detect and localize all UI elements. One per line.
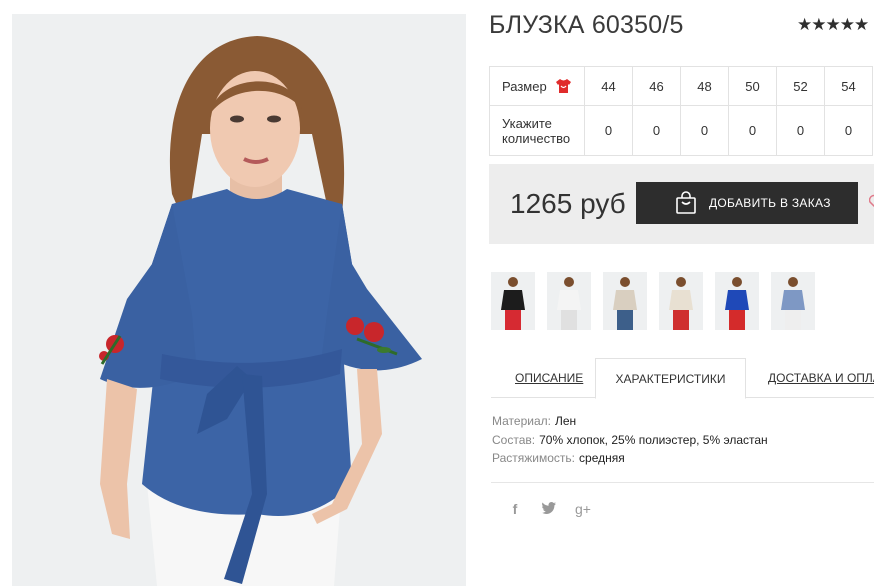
size-quantity-table: Размер 44 46 48 50 52 54 Укажите количес… — [489, 66, 873, 156]
quantity-label-line2: количество — [502, 130, 571, 146]
rating-stars-icon[interactable]: ★★★★★ — [797, 15, 869, 35]
characteristic-value: 70% хлопок, 25% полиэстер, 5% эластан — [539, 432, 768, 447]
thumb-top — [557, 290, 581, 310]
thumb-bottom — [617, 310, 633, 330]
thumbnail-beige-variant[interactable] — [603, 272, 647, 330]
product-title: БЛУЗКА 60350/5 — [489, 11, 684, 39]
thumb-top — [781, 290, 805, 310]
thumbnail-cream-variant[interactable] — [659, 272, 703, 330]
thumb-bottom — [673, 310, 689, 330]
thumbnail-white-variant[interactable] — [547, 272, 591, 330]
characteristic-key: Состав: — [492, 432, 536, 447]
thumbnail-royal-blue-variant[interactable] — [715, 272, 759, 330]
thumbnail-black-variant[interactable] — [491, 272, 535, 330]
facebook-icon[interactable]: f — [505, 501, 525, 517]
characteristic-row: Состав: 70% хлопок, 25% полиэстер, 5% эла… — [492, 431, 768, 450]
size-cell: 54 — [824, 66, 873, 106]
add-to-order-button[interactable]: ДОБАВИТЬ В ЗАКАЗ — [636, 182, 858, 224]
characteristics-list: Материал: Лен Состав: 70% хлопок, 25% поли… — [492, 412, 768, 468]
thumbnail-denim-variant[interactable] — [771, 272, 815, 330]
sizes-row: Размер 44 46 48 50 52 54 — [489, 66, 873, 106]
quantity-input[interactable]: 0 — [584, 105, 633, 156]
buy-box: 1265 руб ДОБАВИТЬ В ЗАКАЗ — [489, 164, 874, 244]
size-cell: 46 — [632, 66, 681, 106]
thumb-top — [613, 290, 637, 310]
social-share: f g+ — [505, 501, 593, 517]
size-header-cell: Размер — [489, 66, 585, 106]
quantity-input[interactable]: 0 — [824, 105, 873, 156]
thumb-bottom — [561, 310, 577, 330]
characteristic-value: средняя — [579, 451, 625, 465]
product-main-image[interactable] — [12, 14, 466, 586]
size-cell: 52 — [776, 66, 825, 106]
quantity-input[interactable]: 0 — [776, 105, 825, 156]
thumbnail-figure — [669, 277, 693, 330]
thumbnail-figure — [501, 277, 525, 330]
size-chart-icon[interactable] — [555, 78, 572, 94]
tab-delivery-payment[interactable]: Доставка и оплата — [768, 358, 874, 398]
product-tabs: Описание Характеристики Доставка и оплат… — [491, 358, 874, 399]
size-cell: 44 — [584, 66, 633, 106]
characteristic-key: Материал: — [492, 414, 551, 428]
price: 1265 руб — [510, 188, 626, 219]
characteristic-row: Растяжимость: средняя — [492, 449, 768, 468]
quantity-header-cell: Укажите количество — [489, 105, 585, 156]
quantity-label-line1: Укажите — [502, 115, 552, 131]
quantity-input[interactable]: 0 — [728, 105, 777, 156]
characteristic-value: Лен — [554, 414, 577, 428]
characteristic-row: Материал: Лен — [492, 412, 768, 431]
shopping-bag-icon — [676, 191, 696, 214]
tab-description[interactable]: Описание — [515, 358, 583, 398]
size-cell: 48 — [680, 66, 729, 106]
thumb-top — [501, 290, 525, 310]
section-divider — [491, 482, 874, 483]
thumb-bottom — [505, 310, 521, 330]
thumb-bottom — [729, 310, 745, 330]
product-thumbnails — [491, 272, 815, 330]
quantity-input[interactable]: 0 — [680, 105, 729, 156]
tab-characteristics[interactable]: Характеристики — [595, 358, 746, 399]
size-label: Размер — [502, 78, 547, 94]
thumbnail-figure — [725, 277, 749, 330]
quantity-input[interactable]: 0 — [632, 105, 681, 156]
thumb-bottom — [785, 310, 801, 330]
thumbnail-figure — [557, 277, 581, 330]
size-cell: 50 — [728, 66, 777, 106]
thumbnail-figure — [613, 277, 637, 330]
favorite-heart-icon[interactable] — [869, 194, 874, 212]
add-to-order-label: ДОБАВИТЬ В ЗАКАЗ — [709, 196, 831, 210]
thumbnail-figure — [781, 277, 805, 330]
google-plus-icon[interactable]: g+ — [573, 501, 593, 517]
quantity-row: Укажите количество 0 0 0 0 0 0 — [489, 105, 873, 156]
thumb-top — [669, 290, 693, 310]
twitter-icon[interactable] — [539, 501, 559, 517]
characteristic-key: Растяжимость: — [492, 451, 576, 465]
thumb-top — [725, 290, 749, 310]
